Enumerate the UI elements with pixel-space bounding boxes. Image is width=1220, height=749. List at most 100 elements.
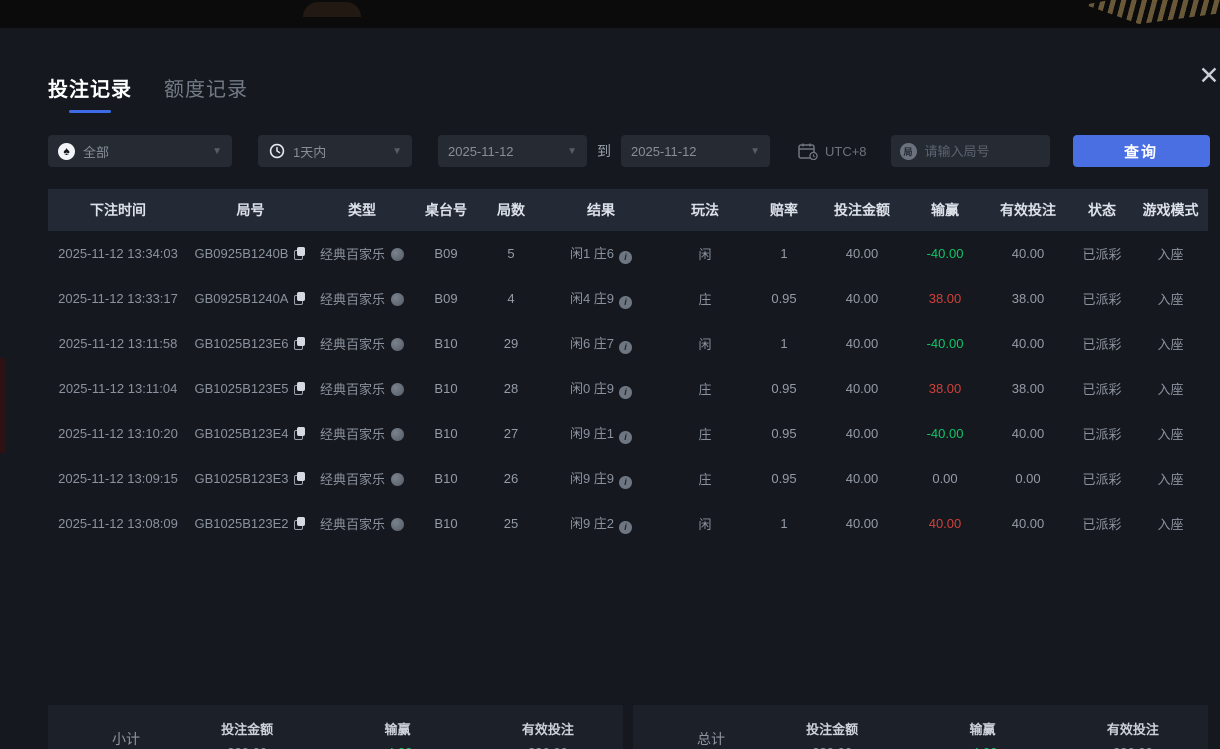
cell-bet-amount: 40.00 bbox=[819, 501, 905, 546]
copy-icon[interactable] bbox=[294, 382, 306, 394]
record-tabs: 投注记录 额度记录 bbox=[48, 73, 248, 113]
tab-quota-records[interactable]: 额度记录 bbox=[164, 73, 248, 113]
date-from-value: 2025-11-12 bbox=[448, 144, 514, 159]
info-icon[interactable]: i bbox=[619, 521, 632, 534]
bet-records-modal: ✕ 投注记录 额度记录 ♠ 全部 ▼ 1天内 ▼ 2025-11-12 ▼ 到 … bbox=[0, 28, 1220, 749]
cell-table-no: B10 bbox=[411, 456, 481, 501]
column-header: 游戏模式 bbox=[1133, 189, 1208, 231]
cell-round-id: GB1025B123E2 bbox=[188, 501, 313, 546]
copy-icon[interactable] bbox=[294, 517, 306, 529]
info-icon[interactable]: i bbox=[619, 296, 632, 309]
cell-bet-amount: 40.00 bbox=[819, 411, 905, 456]
cell-status: 已派彩 bbox=[1071, 456, 1133, 501]
column-header: 赔率 bbox=[749, 189, 819, 231]
cell-round-no: 27 bbox=[481, 411, 541, 456]
column-header: 下注时间 bbox=[48, 189, 188, 231]
info-icon[interactable]: i bbox=[619, 341, 632, 354]
cell-bet-amount: 40.00 bbox=[819, 276, 905, 321]
date-from-picker[interactable]: 2025-11-12 ▼ bbox=[438, 135, 587, 167]
cell-round-no: 28 bbox=[481, 366, 541, 411]
tab-bet-records[interactable]: 投注记录 bbox=[48, 73, 132, 113]
cell-result: 闲0 庄9i bbox=[541, 366, 661, 411]
background-decoration bbox=[0, 358, 5, 453]
cell-odds: 0.95 bbox=[749, 456, 819, 501]
info-icon[interactable]: i bbox=[619, 431, 632, 444]
date-to-label: 到 bbox=[597, 141, 611, 161]
total-bet-amount: 投注金额 280.00 bbox=[757, 719, 907, 749]
game-badge-icon[interactable] bbox=[391, 338, 404, 351]
date-to-value: 2025-11-12 bbox=[631, 144, 697, 159]
cell-round-id: GB1025B123E3 bbox=[188, 456, 313, 501]
info-icon[interactable]: i bbox=[619, 476, 632, 489]
cell-play: 闲 bbox=[661, 501, 749, 546]
chevron-down-icon: ▼ bbox=[750, 146, 760, 157]
cell-game-mode: 入座 bbox=[1133, 276, 1208, 321]
game-badge-icon[interactable] bbox=[391, 473, 404, 486]
cell-result: 闲9 庄2i bbox=[541, 501, 661, 546]
copy-icon[interactable] bbox=[294, 337, 306, 349]
cell-table-no: B09 bbox=[411, 276, 481, 321]
game-badge-icon[interactable] bbox=[391, 383, 404, 396]
cell-round-no: 26 bbox=[481, 456, 541, 501]
cell-play: 闲 bbox=[661, 231, 749, 276]
cell-status: 已派彩 bbox=[1071, 501, 1133, 546]
query-button[interactable]: 查询 bbox=[1073, 135, 1210, 167]
cell-bet-time: 2025-11-12 13:08:09 bbox=[48, 501, 188, 546]
column-header: 输赢 bbox=[905, 189, 985, 231]
copy-icon[interactable] bbox=[294, 472, 306, 484]
close-icon[interactable]: ✕ bbox=[1192, 62, 1220, 92]
cell-odds: 0.95 bbox=[749, 411, 819, 456]
column-header: 类型 bbox=[313, 189, 411, 231]
date-to-picker[interactable]: 2025-11-12 ▼ bbox=[621, 135, 770, 167]
cell-win-loss: 40.00 bbox=[905, 501, 985, 546]
cell-result: 闲4 庄9i bbox=[541, 276, 661, 321]
round-number-icon: 局 bbox=[900, 143, 917, 160]
cell-table-no: B10 bbox=[411, 321, 481, 366]
copy-icon[interactable] bbox=[294, 247, 306, 259]
table-row: 2025-11-12 13:11:04GB1025B123E5经典百家乐B102… bbox=[48, 366, 1208, 411]
copy-icon[interactable] bbox=[294, 292, 306, 304]
cell-game-type: 经典百家乐 bbox=[313, 276, 411, 321]
game-badge-icon[interactable] bbox=[391, 518, 404, 531]
game-type-value: 全部 bbox=[83, 142, 109, 161]
calendar-clock-icon bbox=[798, 143, 818, 160]
subtotal-win-loss: 输赢 -4.00 bbox=[322, 719, 472, 749]
copy-icon[interactable] bbox=[294, 427, 306, 439]
clock-icon bbox=[268, 143, 285, 160]
game-badge-icon[interactable] bbox=[391, 428, 404, 441]
column-header: 局数 bbox=[481, 189, 541, 231]
game-type-dropdown[interactable]: ♠ 全部 ▼ bbox=[48, 135, 232, 167]
game-badge-icon[interactable] bbox=[391, 248, 404, 261]
table-row: 2025-11-12 13:09:15GB1025B123E3经典百家乐B102… bbox=[48, 456, 1208, 501]
total-win-loss: 输赢 -4.00 bbox=[907, 719, 1057, 749]
round-search-input[interactable] bbox=[925, 144, 1041, 159]
cell-valid-bet: 38.00 bbox=[985, 366, 1071, 411]
game-badge-icon[interactable] bbox=[391, 293, 404, 306]
subtotal-bet-amount: 投注金额 280.00 bbox=[172, 719, 322, 749]
cell-game-mode: 入座 bbox=[1133, 456, 1208, 501]
cell-win-loss: 38.00 bbox=[905, 366, 985, 411]
cell-result: 闲6 庄7i bbox=[541, 321, 661, 366]
column-header: 局号 bbox=[188, 189, 313, 231]
cell-result: 闲9 庄1i bbox=[541, 411, 661, 456]
cell-table-no: B10 bbox=[411, 366, 481, 411]
chevron-down-icon: ▼ bbox=[392, 146, 402, 157]
timezone-value: UTC+8 bbox=[825, 144, 867, 159]
time-range-dropdown[interactable]: 1天内 ▼ bbox=[258, 135, 412, 167]
cell-bet-time: 2025-11-12 13:11:58 bbox=[48, 321, 188, 366]
info-icon[interactable]: i bbox=[619, 251, 632, 264]
cell-status: 已派彩 bbox=[1071, 411, 1133, 456]
cell-odds: 0.95 bbox=[749, 276, 819, 321]
cell-table-no: B10 bbox=[411, 411, 481, 456]
summary-bar: 小计 投注金额 280.00 输赢 -4.00 有效投注 236.00 总计 投… bbox=[48, 705, 1208, 749]
cell-game-type: 经典百家乐 bbox=[313, 231, 411, 276]
cell-win-loss: 38.00 bbox=[905, 276, 985, 321]
cell-bet-amount: 40.00 bbox=[819, 321, 905, 366]
cell-bet-amount: 40.00 bbox=[819, 456, 905, 501]
cell-round-id: GB0925B1240A bbox=[188, 276, 313, 321]
table-row: 2025-11-12 13:10:20GB1025B123E4经典百家乐B102… bbox=[48, 411, 1208, 456]
cell-valid-bet: 40.00 bbox=[985, 321, 1071, 366]
table-row: 2025-11-12 13:33:17GB0925B1240A经典百家乐B094… bbox=[48, 276, 1208, 321]
cell-round-id: GB0925B1240B bbox=[188, 231, 313, 276]
info-icon[interactable]: i bbox=[619, 386, 632, 399]
